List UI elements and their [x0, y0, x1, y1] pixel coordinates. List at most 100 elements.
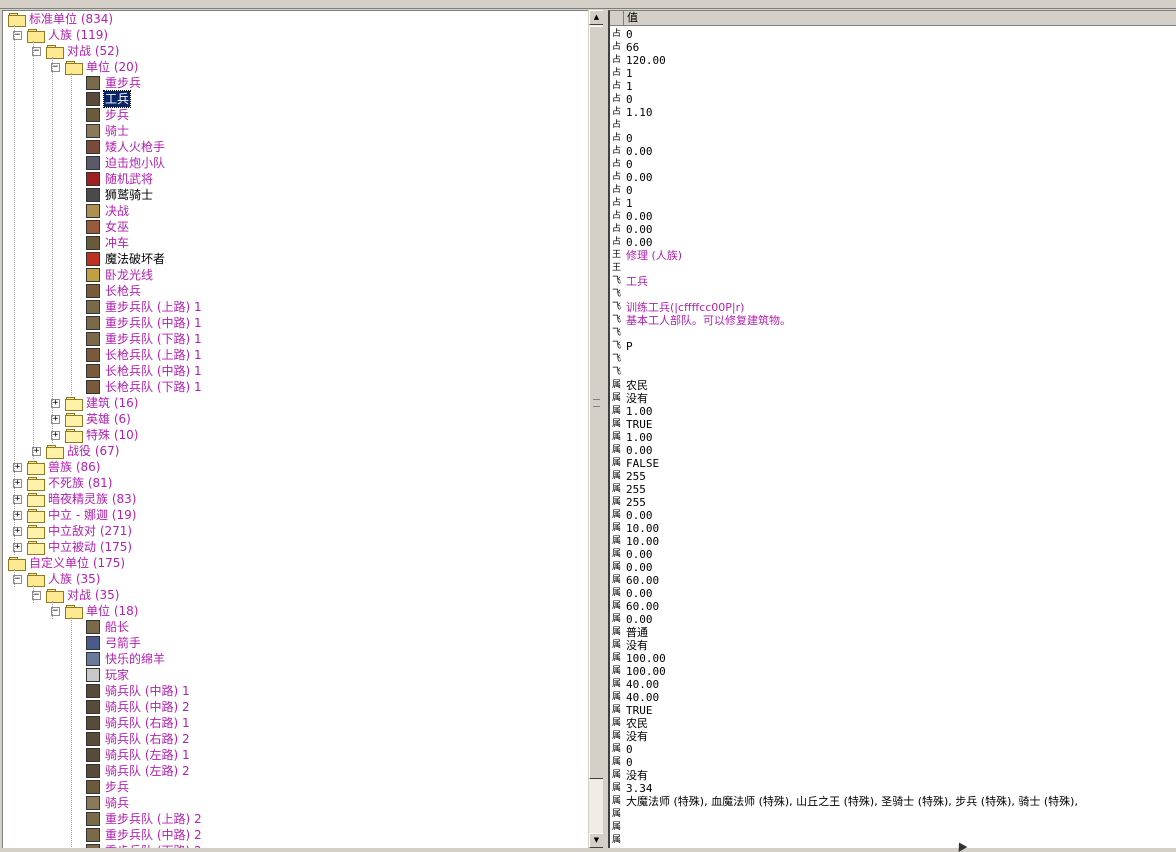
value-row[interactable]: 占0: [612, 158, 1172, 171]
value-row[interactable]: 属 40.00: [612, 691, 1172, 704]
tree-folder-item[interactable]: + 中立 - 娜迦 (19): [3, 507, 583, 523]
value-row[interactable]: 王修理 (人族): [612, 249, 1172, 262]
tree-unit-item[interactable]: 骑兵: [3, 795, 583, 811]
value-row[interactable]: 属 1.00: [612, 431, 1172, 444]
value-row[interactable]: 属没有: [612, 769, 1172, 782]
value-row[interactable]: 属 TRUE: [612, 704, 1172, 717]
value-row[interactable]: 属没有: [612, 730, 1172, 743]
value-row[interactable]: 属 60.00: [612, 600, 1172, 613]
tree-unit-item[interactable]: 卧龙光线: [3, 267, 583, 283]
tree-folder-item[interactable]: − 单位 (20): [3, 59, 583, 75]
value-row[interactable]: 属 0.00: [612, 561, 1172, 574]
value-row[interactable]: 飞工兵: [612, 275, 1172, 288]
value-row[interactable]: 属 3.34: [612, 782, 1172, 795]
tree-unit-item[interactable]: 女巫: [3, 219, 583, 235]
value-row[interactable]: 属 10.00: [612, 535, 1172, 548]
tree-unit-item[interactable]: 长枪兵: [3, 283, 583, 299]
value-row[interactable]: 属 0.00: [612, 548, 1172, 561]
scroll-thumb[interactable]: [589, 26, 604, 779]
tree-unit-item[interactable]: 骑兵队 (左路) 1: [3, 747, 583, 763]
value-row[interactable]: 属 0.00: [612, 444, 1172, 457]
value-row[interactable]: 属 FALSE: [612, 457, 1172, 470]
value-row[interactable]: 属普通: [612, 626, 1172, 639]
value-row[interactable]: 飞: [612, 366, 1172, 379]
tree-vertical-scrollbar[interactable]: ▲ ▼: [588, 10, 604, 848]
tree-unit-item[interactable]: 重步兵队 (下路) 2: [3, 843, 583, 848]
value-row[interactable]: 属 255: [612, 470, 1172, 483]
value-row[interactable]: 属 60.00: [612, 574, 1172, 587]
value-row[interactable]: 属大魔法师 (特殊), 血魔法师 (特殊), 山丘之王 (特殊), 圣骑士 (特…: [612, 795, 1172, 808]
value-row[interactable]: 占 0.00: [612, 145, 1172, 158]
tree-unit-item[interactable]: 骑兵队 (左路) 2: [3, 763, 583, 779]
tree-unit-item[interactable]: 骑兵队 (中路) 2: [3, 699, 583, 715]
value-row[interactable]: 属农民: [612, 379, 1172, 392]
value-row[interactable]: 占 0.00: [612, 171, 1172, 184]
value-row[interactable]: 飞训练工兵(|cffffcc00P|r): [612, 301, 1172, 314]
value-row[interactable]: 占 120.00: [612, 54, 1172, 67]
value-row[interactable]: 占1: [612, 80, 1172, 93]
tree-unit-item[interactable]: 随机武将: [3, 171, 583, 187]
value-row[interactable]: 属: [612, 808, 1172, 821]
tree-unit-item[interactable]: 骑兵队 (右路) 2: [3, 731, 583, 747]
value-row[interactable]: 属 0.00: [612, 613, 1172, 626]
tree-folder-item[interactable]: + 中立敌对 (271): [3, 523, 583, 539]
value-row[interactable]: 王: [612, 262, 1172, 275]
object-tree-panel[interactable]: 标准单位 (834) − 人族 (119) − 对战 (52) − 单位 (20) 重步兵 工兵…: [2, 10, 588, 848]
value-row[interactable]: 属0: [612, 756, 1172, 769]
tree-unit-item[interactable]: 长枪兵队 (下路) 1: [3, 379, 583, 395]
value-row[interactable]: 占 1.10: [612, 106, 1172, 119]
tree-folder-item[interactable]: − 对战 (35): [3, 587, 583, 603]
value-row[interactable]: 属没有: [612, 392, 1172, 405]
value-row[interactable]: 占: [612, 119, 1172, 132]
value-row[interactable]: 占0: [612, 132, 1172, 145]
tree-unit-item[interactable]: 步兵: [3, 779, 583, 795]
tree-unit-item[interactable]: 重步兵队 (下路) 1: [3, 331, 583, 347]
tree-unit-item[interactable]: 重步兵队 (中路) 1: [3, 315, 583, 331]
tree-unit-item[interactable]: 玩家: [3, 667, 583, 683]
value-row[interactable]: 属 1.00: [612, 405, 1172, 418]
tree-unit-item[interactable]: 重步兵队 (上路) 1: [3, 299, 583, 315]
value-row[interactable]: 飞基本工人部队。可以修复建筑物。: [612, 314, 1172, 327]
tree-folder-item[interactable]: + 中立被动 (175): [3, 539, 583, 555]
value-row[interactable]: 属 255: [612, 496, 1172, 509]
value-row[interactable]: 属 255: [612, 483, 1172, 496]
tree-unit-item[interactable]: 骑兵队 (右路) 1: [3, 715, 583, 731]
tree-folder-item[interactable]: + 战役 (67): [3, 443, 583, 459]
value-column-header[interactable]: 值: [610, 11, 1176, 26]
tree-folder-item[interactable]: + 建筑 (16): [3, 395, 583, 411]
tree-folder-item[interactable]: − 人族 (35): [3, 571, 583, 587]
tree-folder-item[interactable]: 标准单位 (834): [3, 11, 583, 27]
value-row[interactable]: 占 0.00: [612, 210, 1172, 223]
tree-unit-item[interactable]: 快乐的绵羊: [3, 651, 583, 667]
tree-unit-item[interactable]: 魔法破坏者: [3, 251, 583, 267]
value-row[interactable]: 属 40.00: [612, 678, 1172, 691]
value-row[interactable]: 属 10.00: [612, 522, 1172, 535]
key-column-header[interactable]: [610, 11, 624, 25]
tree-unit-item[interactable]: 步兵: [3, 107, 583, 123]
tree-unit-item[interactable]: 工兵: [3, 90, 583, 108]
value-row[interactable]: 飞: [612, 353, 1172, 366]
value-row[interactable]: 飞P: [612, 340, 1172, 353]
value-row[interactable]: 属0: [612, 743, 1172, 756]
value-row[interactable]: 占0: [612, 28, 1172, 41]
tree-unit-item[interactable]: 重步兵队 (中路) 2: [3, 827, 583, 843]
tree-unit-item[interactable]: 重步兵: [3, 75, 583, 91]
tree-unit-item[interactable]: 矮人火枪手: [3, 139, 583, 155]
tree-unit-item[interactable]: 狮鹫骑士: [3, 187, 583, 203]
value-row[interactable]: 占 66: [612, 41, 1172, 54]
tree-folder-item[interactable]: + 特殊 (10): [3, 427, 583, 443]
tree-folder-item[interactable]: + 暗夜精灵族 (83): [3, 491, 583, 507]
scroll-up-arrow-icon[interactable]: ▲: [589, 10, 604, 25]
value-row[interactable]: 属 100.00: [612, 665, 1172, 678]
value-row[interactable]: 属: [612, 834, 1172, 847]
value-row[interactable]: 占0: [612, 184, 1172, 197]
value-row[interactable]: 占0: [612, 93, 1172, 106]
value-row[interactable]: 飞: [612, 327, 1172, 340]
object-tree[interactable]: 标准单位 (834) − 人族 (119) − 对战 (52) − 单位 (20) 重步兵 工兵…: [3, 11, 588, 848]
scroll-down-arrow-icon[interactable]: ▼: [589, 833, 604, 848]
tree-unit-item[interactable]: 船长: [3, 619, 583, 635]
value-row[interactable]: 属农民: [612, 717, 1172, 730]
value-row[interactable]: 占1: [612, 197, 1172, 210]
tree-folder-item[interactable]: − 单位 (18): [3, 603, 583, 619]
value-row[interactable]: 占 0.00: [612, 236, 1172, 249]
